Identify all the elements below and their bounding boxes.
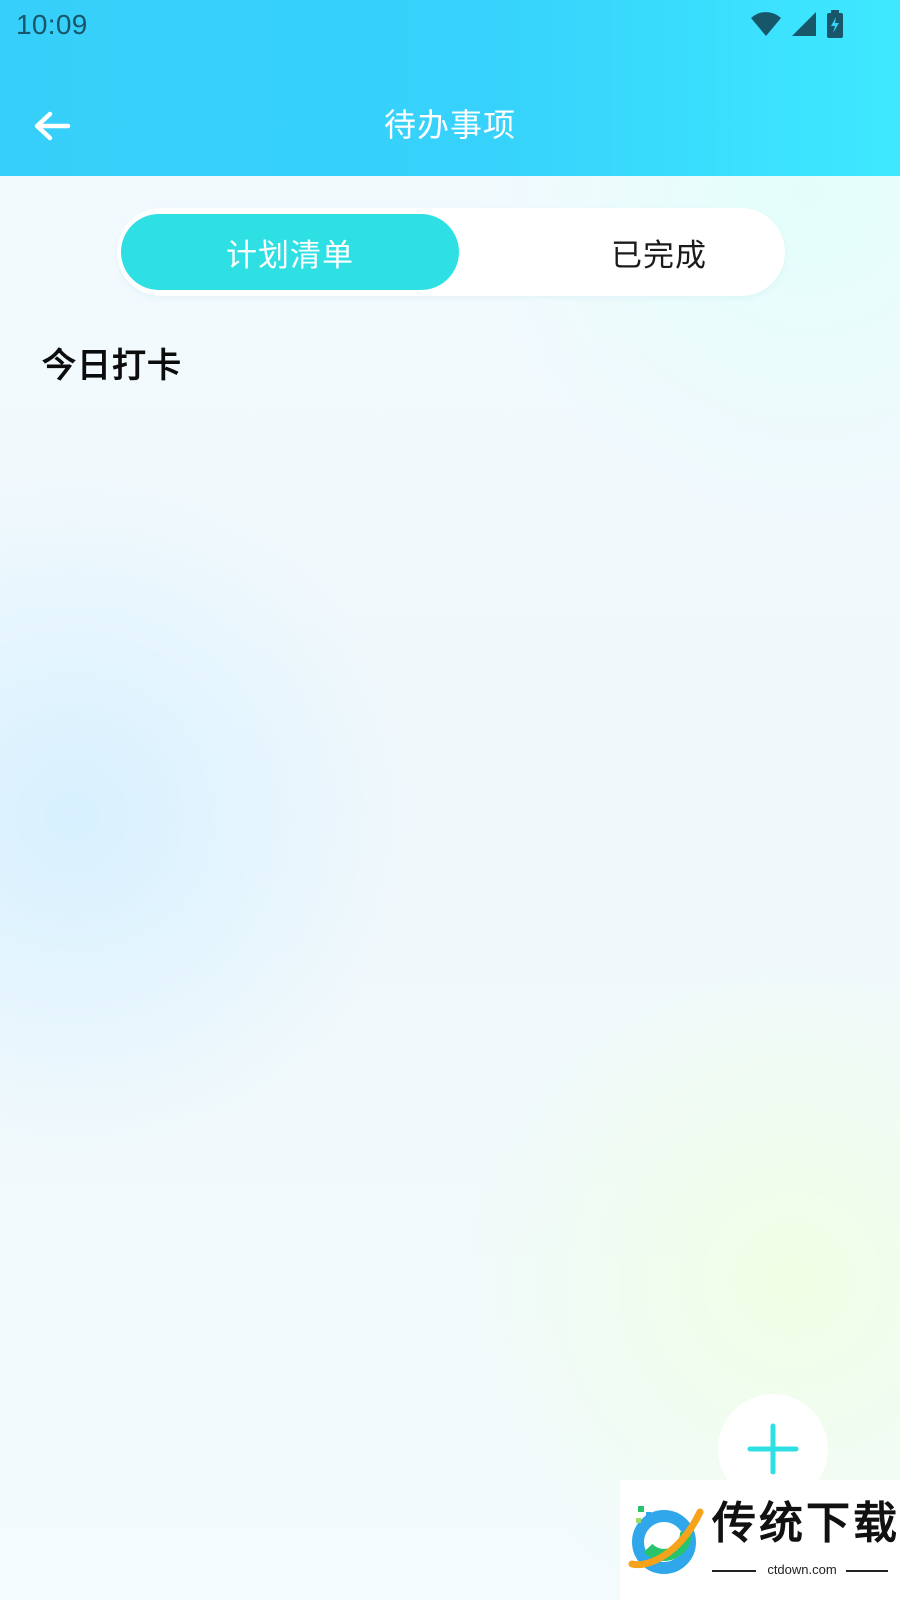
watermark: 传统下载 ctdown.com (620, 1480, 900, 1600)
wifi-icon (750, 10, 782, 38)
tab-completed[interactable]: 已完成 (559, 214, 759, 290)
watermark-name: 传统下载 (712, 1498, 900, 1549)
watermark-domain: ctdown.com (767, 1562, 837, 1577)
tab-plan-list[interactable]: 计划清单 (121, 214, 459, 290)
page-title: 待办事项 (383, 106, 516, 144)
battery-charging-icon (826, 10, 844, 38)
watermark-divider-right (846, 1570, 888, 1572)
app-header: 10:09 待办事项 (0, 0, 900, 176)
segmented-tabs: 计划清单 已完成 (117, 208, 785, 296)
section-title-today-checkin: 今日打卡 (42, 346, 182, 386)
status-time: 10:09 (16, 9, 88, 40)
watermark-logo (628, 1506, 704, 1574)
signal-icon (790, 10, 818, 38)
plus-icon (747, 1423, 799, 1475)
watermark-divider-left (712, 1570, 756, 1572)
status-icons (750, 10, 844, 38)
